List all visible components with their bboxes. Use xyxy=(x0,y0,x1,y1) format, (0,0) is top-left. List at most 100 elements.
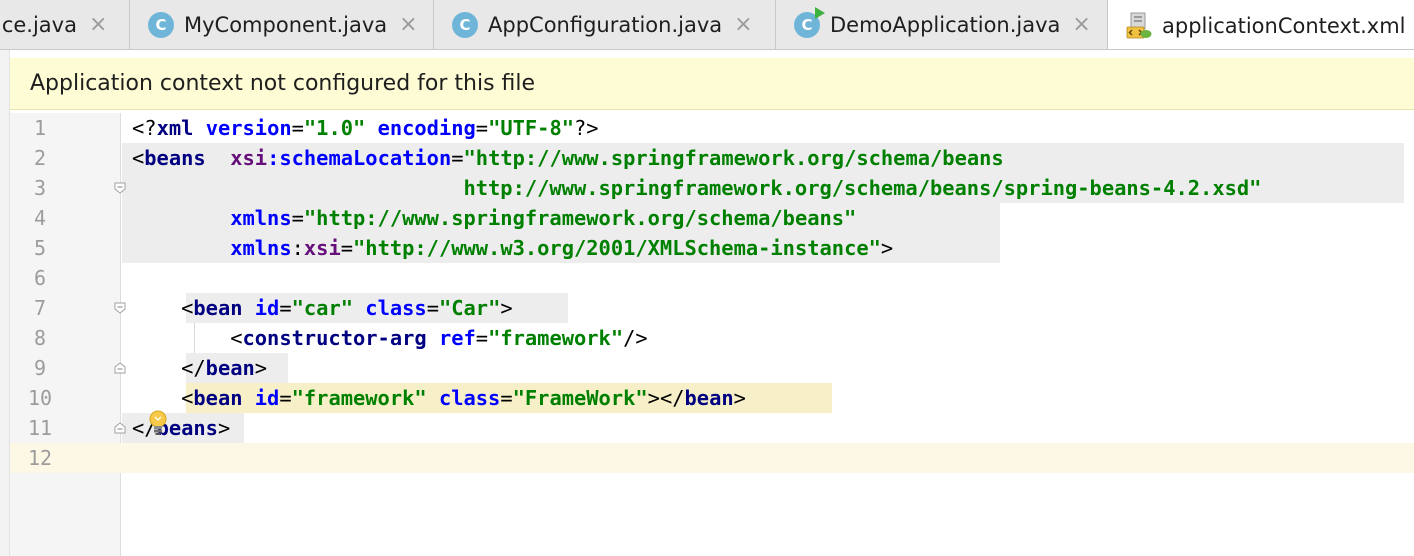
xml-attribute-name: class xyxy=(438,386,501,410)
tab-label: applicationContext.xml xyxy=(1162,13,1406,38)
code-text[interactable]: xmlns:xsi="http://www.w3.org/2001/XMLSch… xyxy=(132,233,893,263)
xml-attribute-name: id xyxy=(254,296,280,320)
line-number: 11 xyxy=(27,416,53,440)
xml-punctuation: = xyxy=(426,296,439,320)
code-line-7: 7 <bean id="car" class="Car"> xyxy=(10,293,1414,323)
xml-punctuation: < xyxy=(230,326,243,350)
xml-punctuation: > xyxy=(733,386,746,410)
xml-punctuation xyxy=(193,116,205,140)
xml-punctuation xyxy=(365,116,377,140)
code-text[interactable]: http://www.springframework.org/schema/be… xyxy=(132,173,1261,203)
class-run-icon: C xyxy=(794,7,825,38)
fold-end-icon[interactable] xyxy=(114,422,126,434)
xml-namespace-prefix: xsi xyxy=(230,146,268,170)
code-line-5: 5 xmlns:xsi="http://www.w3.org/2001/XMLS… xyxy=(10,233,1414,263)
line-number: 10 xyxy=(27,386,53,410)
xml-tag-name: beans xyxy=(144,146,206,170)
line-number: 12 xyxy=(27,446,53,470)
code-text[interactable]: <beans xsi:schemaLocation="http://www.sp… xyxy=(132,143,1004,173)
fold-collapse-icon[interactable] xyxy=(114,182,126,194)
xml-punctuation: < xyxy=(181,386,194,410)
xml-punctuation xyxy=(243,296,255,320)
xml-attribute-value: "framework" xyxy=(291,386,427,410)
tab-applicationcontext-xml[interactable]: applicationContext.xml xyxy=(1108,0,1414,49)
code-text[interactable]: <?xml version="1.0" encoding="UTF-8"?> xyxy=(132,113,599,143)
tab-label: DemoApplication.java xyxy=(830,13,1061,37)
line-number: 4 xyxy=(33,206,47,230)
code-text[interactable]: </beans> xyxy=(132,413,230,443)
xml-tag-name: bean xyxy=(193,296,243,320)
xml-punctuation: > xyxy=(880,236,894,260)
line-number: 2 xyxy=(33,146,47,170)
code-line-3: 3 http://www.springframework.org/schema/… xyxy=(10,173,1414,203)
code-text[interactable]: <bean id="framework" class="FrameWork"><… xyxy=(132,383,746,413)
xml-punctuation xyxy=(206,146,231,170)
line-number: 8 xyxy=(33,326,47,350)
close-icon[interactable]: × xyxy=(1072,14,1090,36)
xml-namespace-prefix: xsi xyxy=(303,236,341,260)
xml-attribute-value: "FrameWork" xyxy=(512,386,648,410)
code-text[interactable]: </bean> xyxy=(132,353,267,383)
notification-banner: Application context not configured for t… xyxy=(10,58,1414,110)
xml-punctuation: > xyxy=(217,416,231,440)
class-icon: C xyxy=(452,12,478,38)
tab-service-java[interactable]: ice.java × xyxy=(0,0,130,49)
xml-punctuation: <? xyxy=(132,116,157,140)
xml-attribute-name: xmlns xyxy=(230,206,292,230)
tab-demoapplication-java[interactable]: C DemoApplication.java × xyxy=(776,0,1108,49)
tab-label: ice.java xyxy=(0,13,77,37)
xml-tag-name: constructor-arg xyxy=(242,326,427,350)
code-text[interactable]: <bean id="car" class="Car"> xyxy=(132,293,513,323)
banner-text: Application context not configured for t… xyxy=(30,71,536,96)
close-icon[interactable]: × xyxy=(399,14,417,36)
xml-attribute-name: xmlns xyxy=(230,236,292,260)
close-icon[interactable]: × xyxy=(89,14,107,36)
xml-punctuation: = xyxy=(340,236,354,260)
code-text[interactable]: xmlns="http://www.springframework.org/sc… xyxy=(132,203,856,233)
code-line-6: 6 xyxy=(10,263,1414,293)
xml-punctuation: : xyxy=(291,236,304,260)
xml-punctuation: = xyxy=(291,206,304,230)
xml-attribute-value: "UTF-8" xyxy=(488,116,575,140)
xml-punctuation: = xyxy=(291,116,304,140)
xml-punctuation: > xyxy=(500,296,513,320)
xml-punctuation: = xyxy=(475,116,489,140)
xml-punctuation xyxy=(243,386,255,410)
fold-end-icon[interactable] xyxy=(114,362,126,374)
xml-attribute-name: id xyxy=(254,386,280,410)
code-line-2: 2 <beans xsi:schemaLocation="http://www.… xyxy=(10,143,1414,173)
xml-punctuation: ?> xyxy=(574,116,599,140)
xml-punctuation: = xyxy=(475,326,489,350)
xml-attribute-name: class xyxy=(365,296,427,320)
line-number: 7 xyxy=(33,296,47,320)
intention-bulb-icon[interactable] xyxy=(148,410,168,438)
xml-attribute-name: :schemaLocation xyxy=(267,146,452,170)
tool-window-strip xyxy=(0,50,10,556)
code-line-9: 9 </bean> xyxy=(10,353,1414,383)
xml-attribute-value: "http://www.springframework.org/schema/b… xyxy=(303,206,857,230)
close-icon[interactable]: × xyxy=(734,14,752,36)
xml-punctuation: = xyxy=(279,386,292,410)
code-text[interactable]: <constructor-arg ref="framework"/> xyxy=(132,323,648,353)
xml-attribute-value: "Car" xyxy=(438,296,501,320)
code-line-12: 12 xyxy=(10,443,1414,473)
tab-label: MyComponent.java xyxy=(184,13,388,37)
xml-attribute-name: encoding xyxy=(377,116,476,140)
fold-collapse-icon[interactable] xyxy=(114,302,126,314)
class-icon: C xyxy=(148,12,174,38)
xml-attribute-value: "car" xyxy=(291,296,354,320)
xml-punctuation: < xyxy=(181,296,194,320)
xml-punctuation: ></ xyxy=(647,386,685,410)
xml-spring-icon xyxy=(1126,12,1152,38)
tab-mycomponent-java[interactable]: C MyComponent.java × xyxy=(130,0,434,49)
xml-attribute-value: "http://www.w3.org/2001/XMLSchema-instan… xyxy=(353,236,881,260)
tab-appconfiguration-java[interactable]: C AppConfiguration.java × xyxy=(434,0,776,49)
xml-attribute-name: ref xyxy=(438,326,476,350)
xml-tag-name: bean xyxy=(205,356,255,380)
code-line-8: 8 <constructor-arg ref="framework"/> xyxy=(10,323,1414,353)
line-number: 5 xyxy=(33,236,47,260)
xml-attribute-value: "1.0" xyxy=(303,116,366,140)
xml-punctuation: /> xyxy=(623,326,648,350)
xml-punctuation: </ xyxy=(181,356,206,380)
line-number: 6 xyxy=(33,266,47,290)
